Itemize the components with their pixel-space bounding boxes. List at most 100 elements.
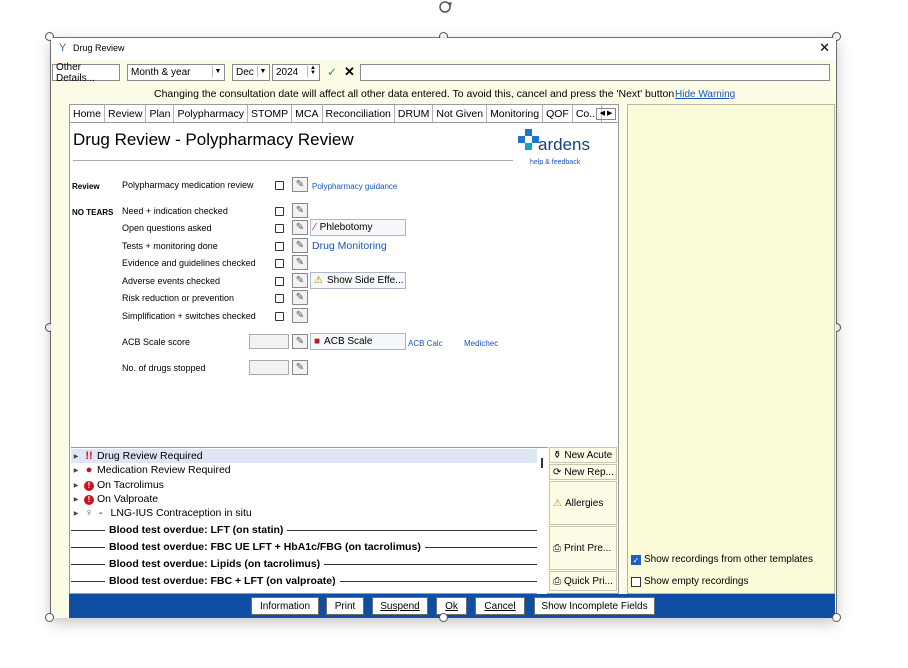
pencil-icon[interactable]: ✎ (292, 203, 308, 218)
overdue-row: Blood test overdue: FBC + LFT (on valpro… (71, 573, 537, 589)
other-details-button[interactable]: Other Details... (52, 62, 120, 84)
review-section-label: Review (72, 182, 100, 191)
new-acute-button[interactable]: ⚱ New Acute (549, 447, 617, 463)
tab-review[interactable]: Review (105, 105, 147, 122)
acb-scale-button[interactable]: ■ ACB Scale (310, 333, 406, 350)
pencil-icon[interactable]: ✎ (292, 238, 308, 253)
alerts-scrollbar[interactable] (537, 448, 547, 594)
simplification-checkbox[interactable] (275, 312, 284, 321)
title-bar: Y Drug Review ✕ (51, 38, 836, 60)
warning-person-icon: ⚠ (314, 275, 323, 286)
tab-qof[interactable]: QOF (543, 105, 573, 122)
clear-x-icon[interactable]: ✕ (344, 64, 355, 80)
page-title: Drug Review - Polypharmacy Review (73, 130, 354, 149)
drug-monitoring-link[interactable]: Drug Monitoring (312, 240, 387, 252)
help-feedback-link[interactable]: help & feedback (530, 159, 580, 166)
overdue-text: Blood test overdue: LFT (on statin) (109, 524, 284, 536)
template-panel: Home Review Plan Polypharmacy STOMP MCA … (69, 104, 619, 594)
medichec-link[interactable]: Medichec (464, 339, 498, 348)
tab-plan[interactable]: Plan (146, 105, 175, 122)
tests-monitoring-checkbox[interactable] (275, 242, 284, 251)
evidence-guidelines-checkbox[interactable] (275, 259, 284, 268)
tab-not-given[interactable]: Not Given (433, 105, 488, 122)
checked-checkbox[interactable]: ✓ (631, 554, 641, 565)
new-repeat-button[interactable]: ⟳ New Rep... (549, 464, 617, 480)
risk-reduction-checkbox[interactable] (275, 294, 284, 303)
tab-drum[interactable]: DRUM (395, 105, 434, 122)
print-button[interactable]: Print (326, 597, 364, 615)
allergies-button[interactable]: ⚠ Allergies (549, 481, 617, 525)
printer-icon: ⎙ (553, 542, 561, 554)
pencil-icon[interactable]: ✎ (292, 273, 308, 288)
show-incomplete-fields-button[interactable]: Show Incomplete Fields (534, 597, 655, 615)
pencil-icon[interactable]: ✎ (292, 360, 308, 375)
drugs-stopped-input[interactable] (249, 360, 289, 375)
month-select[interactable]: Dec ▼ (232, 64, 270, 81)
pencil-icon[interactable]: ✎ (292, 255, 308, 270)
suspend-button[interactable]: Suspend (372, 597, 428, 615)
adverse-events-checkbox[interactable] (275, 277, 284, 286)
expand-triangle-icon[interactable]: ▶ (71, 453, 81, 460)
footer-bar: Information Print Suspend Ok Cancel Show… (69, 594, 835, 618)
year-spinner[interactable]: 2024 ▲ ▼ (272, 64, 320, 81)
cancel-button[interactable]: Cancel (475, 597, 525, 615)
pencil-icon[interactable]: ✎ (292, 220, 308, 235)
green-tick-icon[interactable]: ✓ (327, 65, 337, 79)
list-item[interactable]: ▶ ! On Tacrolimus (71, 478, 537, 492)
acb-calc-link[interactable]: ACB Calc (408, 339, 443, 348)
heading-divider (73, 160, 513, 161)
printer-icon: ⎙ (553, 575, 561, 587)
funnel-icon: Y (59, 42, 67, 54)
pencil-icon[interactable]: ✎ (292, 177, 308, 192)
expand-triangle-icon[interactable]: ▶ (71, 496, 81, 503)
spinner-arrows-icon[interactable]: ▲ ▼ (307, 65, 318, 77)
tab-stomp[interactable]: STOMP (248, 105, 293, 122)
polypharmacy-guidance-link[interactable]: Polypharmacy guidance (312, 182, 397, 191)
hide-warning-link[interactable]: Hide Warning (675, 89, 735, 100)
tab-mca[interactable]: MCA (292, 105, 323, 122)
show-side-effects-button[interactable]: ⚠ Show Side Effe... (310, 272, 406, 289)
polypharmacy-review-checkbox[interactable] (275, 181, 284, 190)
ok-button[interactable]: Ok (436, 597, 467, 615)
quick-print-button[interactable]: ⎙ Quick Pri... (549, 571, 617, 591)
print-pre-label: Print Pre... (564, 542, 612, 554)
expand-triangle-icon[interactable]: ▶ (71, 467, 81, 474)
chevron-down-icon[interactable]: ▼ (212, 66, 223, 77)
unchecked-checkbox[interactable] (631, 576, 641, 587)
date-format-value: Month & year (131, 67, 191, 78)
tab-monitoring[interactable]: Monitoring (487, 105, 544, 122)
tab-home[interactable]: Home (70, 105, 106, 122)
list-item[interactable]: ▶ ● Medication Review Required (71, 463, 537, 477)
ardens-logo[interactable]: ardens help & feedback (518, 129, 598, 169)
tab-polypharmacy[interactable]: Polypharmacy (174, 105, 248, 122)
resize-handle-bottom-left[interactable] (45, 613, 54, 622)
resize-handle-bottom-right[interactable] (832, 613, 841, 622)
date-format-select[interactable]: Month & year ▼ (127, 64, 225, 81)
tab-reconciliation[interactable]: Reconciliation (323, 105, 395, 122)
expand-triangle-icon[interactable]: ▶ (71, 482, 81, 489)
evidence-guidelines-label: Evidence and guidelines checked (122, 258, 256, 268)
need-indication-checkbox[interactable] (275, 207, 284, 216)
pencil-icon[interactable]: ✎ (292, 290, 308, 305)
list-item[interactable]: ▶ ♀ - LNG-IUS Contraception in situ (71, 506, 537, 520)
chevron-down-icon[interactable]: ▼ (257, 66, 268, 77)
phlebotomy-button[interactable]: ⁄ Phlebotomy (310, 219, 406, 236)
pencil-icon[interactable]: ✎ (292, 308, 308, 323)
side-effects-label: Show Side Effe... (326, 275, 404, 286)
show-empty-option[interactable]: Show empty recordings (631, 576, 749, 587)
new-repeat-label: New Rep... (564, 466, 614, 478)
list-item[interactable]: ▶ ! On Valproate (71, 492, 537, 506)
show-other-templates-option[interactable]: ✓ Show recordings from other templates (631, 554, 813, 565)
information-button[interactable]: Information (251, 597, 319, 615)
acb-score-input[interactable] (249, 334, 289, 349)
consultation-text-field[interactable] (360, 64, 830, 81)
tab-scroll-arrows-icon[interactable]: ◀ ▶ (596, 108, 616, 120)
rotate-handle-icon[interactable] (437, 0, 453, 14)
print-prescription-button[interactable]: ⎙ Print Pre... (549, 526, 617, 570)
close-icon[interactable]: ✕ (819, 40, 830, 56)
pencil-icon[interactable]: ✎ (292, 334, 308, 349)
expand-triangle-icon[interactable]: ▶ (71, 510, 81, 517)
list-item[interactable]: ▶ !! Drug Review Required (71, 449, 537, 463)
open-questions-checkbox[interactable] (275, 224, 284, 233)
resize-handle-bottom[interactable] (439, 613, 448, 622)
